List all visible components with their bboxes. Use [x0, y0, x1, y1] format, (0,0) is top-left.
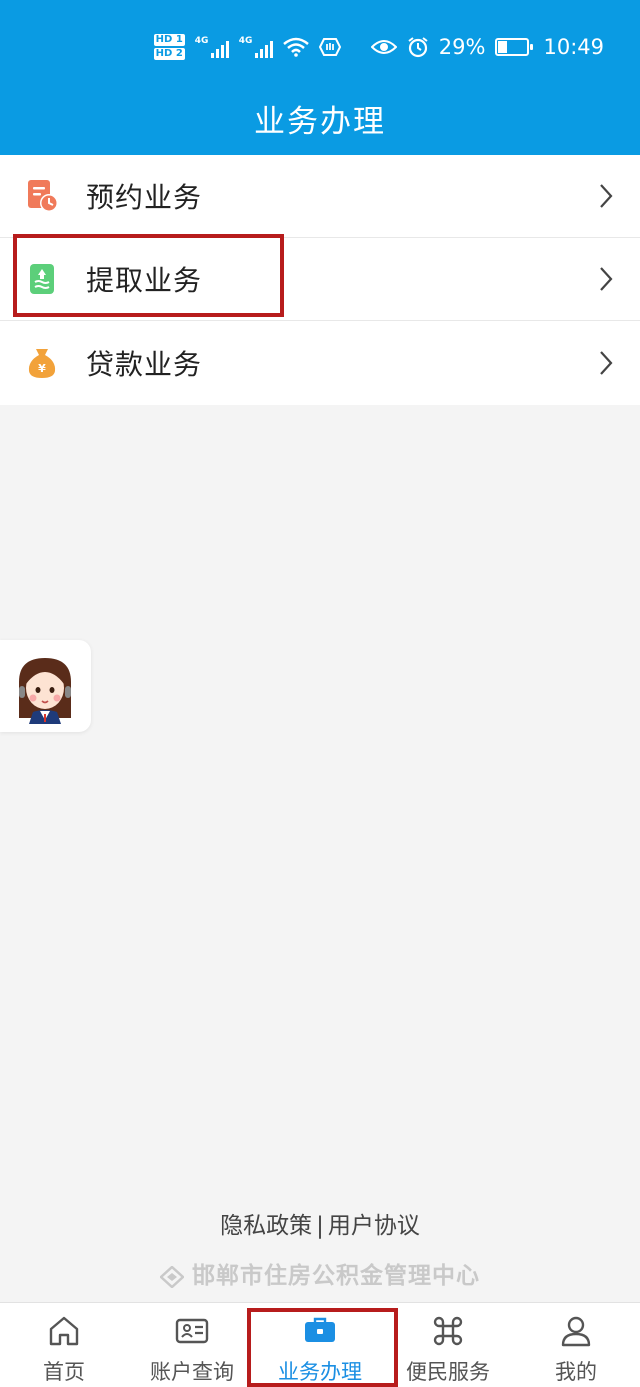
user-icon	[561, 1316, 591, 1347]
signal-icon: 4G	[239, 36, 273, 58]
network-type-1: 4G	[194, 36, 209, 46]
hd-indicator: HD 1 HD 2	[153, 33, 185, 61]
eye-icon	[370, 38, 397, 56]
menu-item-loan[interactable]: ¥ 贷款业务	[0, 321, 640, 405]
nav-label-account: 账户查询	[150, 1360, 234, 1384]
nav-label-home: 首页	[43, 1360, 85, 1384]
alarm-icon	[407, 36, 429, 58]
menu-label-loan: 贷款业务	[86, 348, 203, 381]
privacy-policy-link[interactable]: 隐私政策	[220, 1213, 312, 1239]
nav-item-services[interactable]: 便民服务	[384, 1303, 512, 1387]
chevron-right-icon	[600, 184, 613, 208]
customer-service-avatar	[7, 648, 83, 724]
svg-text:¥: ¥	[38, 362, 46, 375]
organization-name: 邯郸市住房公积金管理中心	[0, 1256, 640, 1290]
id-card-icon	[175, 1318, 209, 1344]
org-logo-icon	[160, 1266, 184, 1288]
hd1-label: HD 1	[153, 34, 185, 46]
nav-label-business: 业务办理	[278, 1360, 362, 1384]
briefcase-icon	[305, 1317, 335, 1342]
home-icon	[49, 1316, 79, 1346]
hd2-label: HD 2	[153, 48, 185, 60]
chevron-right-icon	[600, 267, 613, 291]
menu-item-appointment[interactable]: 预约业务	[0, 155, 640, 238]
app-screen: HD 1 HD 2 4G 4G 29% 10:49 业务办理 预约业务 提取业务…	[0, 0, 640, 1387]
business-menu: 预约业务 提取业务 ¥ 贷款业务	[0, 155, 640, 405]
nav-item-mine[interactable]: 我的	[512, 1303, 640, 1387]
nav-item-business[interactable]: 业务办理	[256, 1303, 384, 1387]
nav-label-services: 便民服务	[406, 1360, 490, 1384]
customer-service-button[interactable]	[0, 640, 91, 732]
battery-icon	[495, 38, 534, 56]
withdraw-icon	[30, 264, 54, 294]
money-bag-icon: ¥	[28, 349, 56, 378]
org-name-text: 邯郸市住房公积金管理中心	[192, 1262, 480, 1289]
bottom-nav: 首页 账户查询 业务办理 便民服务 我的	[0, 1302, 640, 1387]
nav-item-account[interactable]: 账户查询	[128, 1303, 256, 1387]
battery-percent: 29%	[438, 35, 486, 59]
nav-label-mine: 我的	[555, 1360, 597, 1384]
signal-icon: 4G	[195, 36, 229, 58]
status-bar: HD 1 HD 2 4G 4G 29% 10:49	[153, 30, 604, 64]
page-title: 业务办理	[254, 104, 386, 140]
hand-icon	[318, 36, 341, 58]
network-type-2: 4G	[238, 36, 253, 46]
footer-separator: |	[316, 1213, 324, 1239]
footer-links: 隐私政策 | 用户协议	[0, 1206, 640, 1240]
chevron-right-icon	[600, 351, 613, 375]
battery-fill	[498, 41, 507, 53]
status-time: 10:49	[543, 35, 604, 59]
appointment-icon	[28, 180, 58, 212]
menu-item-withdraw[interactable]: 提取业务	[0, 238, 640, 321]
nav-item-home[interactable]: 首页	[0, 1303, 128, 1387]
command-icon	[433, 1316, 463, 1346]
header: HD 1 HD 2 4G 4G 29% 10:49 业务办理	[0, 0, 640, 155]
wifi-icon	[282, 37, 309, 57]
menu-label-appointment: 预约业务	[86, 181, 203, 214]
user-agreement-link[interactable]: 用户协议	[328, 1213, 420, 1239]
menu-label-withdraw: 提取业务	[86, 264, 203, 297]
